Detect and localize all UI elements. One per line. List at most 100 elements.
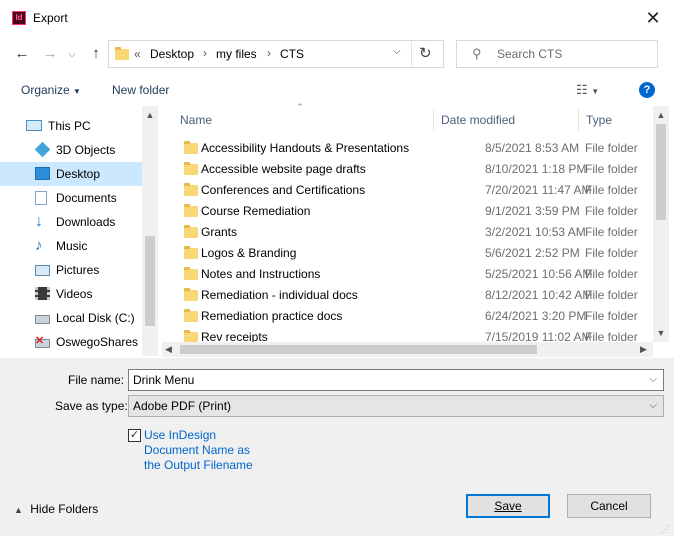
- file-row[interactable]: Accessibility Handouts & Presentations 8/…: [162, 138, 650, 159]
- file-date: 9/1/2021 3:59 PM: [485, 204, 580, 218]
- file-row[interactable]: Course Remediation 9/1/2021 3:59 PM File f…: [162, 201, 650, 222]
- refresh-icon: ↻: [419, 45, 432, 62]
- toolbar: Organize ▼ New folder ☷ ▼ ?: [0, 76, 674, 106]
- close-button[interactable]: ✕: [638, 4, 668, 32]
- breadcrumb-cts[interactable]: CTS: [280, 47, 304, 61]
- view-options-button[interactable]: ☷ ▼: [576, 82, 599, 98]
- use-document-name-label[interactable]: Use InDesign Document Name as the Output…: [144, 428, 253, 473]
- folder-icon: [184, 141, 198, 154]
- scroll-down-arrow-icon[interactable]: ▼: [653, 328, 669, 338]
- breadcrumb-my-files[interactable]: my files: [216, 47, 257, 61]
- file-row[interactable]: Accessible website page drafts 8/10/2021 …: [162, 159, 650, 180]
- scroll-up-arrow-icon[interactable]: ▲: [653, 110, 669, 120]
- navigation-pane: This PC 3D Objects Desktop Documents ↓ D…: [0, 106, 158, 373]
- nav-scroll-thumb[interactable]: [145, 236, 155, 326]
- organize-button[interactable]: Organize ▼: [21, 83, 81, 97]
- file-type: File folder: [585, 183, 638, 197]
- file-type: File folder: [585, 246, 638, 260]
- use-document-name-checkbox[interactable]: ✓: [128, 429, 141, 442]
- nav-label: Downloads: [56, 215, 116, 229]
- column-divider[interactable]: [578, 109, 579, 131]
- file-row[interactable]: Remediation - individual docs 8/12/2021 1…: [162, 285, 650, 306]
- 3d-objects-icon: [34, 141, 51, 158]
- file-row[interactable]: Notes and Instructions 5/25/2021 10:56 AM…: [162, 264, 650, 285]
- address-dropdown-button[interactable]: ⌵: [393, 46, 401, 57]
- nav-3d-objects[interactable]: 3D Objects: [0, 138, 142, 162]
- checkbox-label-line: the Output Filename: [144, 458, 253, 472]
- file-list-scroll-thumb[interactable]: [656, 124, 666, 220]
- chevron-down-icon: ⌵: [393, 46, 401, 57]
- file-row[interactable]: Grants 3/2/2021 10:53 AM File folder: [162, 222, 650, 243]
- forward-arrow-icon: →: [42, 45, 58, 62]
- back-arrow-icon: ←: [14, 45, 30, 62]
- nav-desktop[interactable]: Desktop: [0, 162, 142, 186]
- file-date: 5/6/2021 2:52 PM: [485, 246, 580, 260]
- nav-this-pc[interactable]: This PC: [0, 114, 142, 138]
- cancel-button[interactable]: Cancel: [567, 494, 651, 518]
- save-options-panel: File name: Drink Menu ⌵ Save as type: Ad…: [0, 358, 674, 536]
- breadcrumb-separator: ›: [267, 46, 271, 60]
- refresh-button[interactable]: ↻: [419, 44, 432, 62]
- up-button[interactable]: ↑: [86, 44, 106, 64]
- scroll-up-arrow-icon[interactable]: ▲: [142, 110, 158, 120]
- file-date: 8/5/2021 8:53 AM: [485, 141, 580, 155]
- column-header-type[interactable]: Type: [586, 109, 612, 131]
- save-as-type-select[interactable]: Adobe PDF (Print) ⌵: [128, 395, 664, 417]
- save-as-type-label: Save as type:: [55, 399, 128, 413]
- search-box[interactable]: ⚲ Search CTS: [456, 40, 658, 68]
- file-date: 7/15/2019 11:02 AM: [485, 330, 592, 343]
- dropdown-arrow-icon: ▼: [73, 87, 81, 96]
- recent-locations-button[interactable]: ⌵: [62, 44, 82, 64]
- search-input[interactable]: Search CTS: [497, 47, 562, 61]
- new-folder-button[interactable]: New folder: [112, 83, 169, 97]
- sort-caret-icon: ⌃: [296, 102, 304, 112]
- column-header-name[interactable]: Name: [180, 109, 212, 131]
- chevron-down-icon[interactable]: ⌵: [649, 370, 657, 390]
- folder-icon: [184, 183, 198, 196]
- file-row[interactable]: Conferences and Certifications 7/20/2021 …: [162, 180, 650, 201]
- resize-grip-icon[interactable]: ⋰: [661, 524, 671, 534]
- save-button[interactable]: Save: [466, 494, 550, 518]
- disconnected-x-icon: ✕: [35, 335, 45, 347]
- help-button[interactable]: ?: [639, 82, 655, 98]
- nav-downloads[interactable]: ↓ Downloads: [0, 210, 142, 234]
- file-row[interactable]: Remediation practice docs 6/24/2021 3:20 …: [162, 306, 650, 327]
- hide-folders-label: Hide Folders: [30, 502, 99, 516]
- file-list-vscrollbar[interactable]: ▲ ▼: [653, 106, 669, 342]
- file-type: File folder: [585, 162, 638, 176]
- address-overflow[interactable]: «: [134, 47, 141, 61]
- indesign-app-icon: Id: [12, 11, 26, 25]
- file-type: File folder: [585, 267, 638, 281]
- nav-documents[interactable]: Documents: [0, 186, 142, 210]
- save-as-type-value: Adobe PDF (Print): [133, 399, 232, 413]
- breadcrumb-desktop[interactable]: Desktop: [150, 47, 194, 61]
- forward-button[interactable]: →: [40, 44, 60, 64]
- back-button[interactable]: ←: [12, 44, 32, 64]
- nav-label: Documents: [56, 191, 117, 205]
- address-bar[interactable]: « Desktop › my files › CTS ⌵ ↻: [108, 40, 444, 68]
- folder-icon: [184, 288, 198, 301]
- file-type: File folder: [585, 204, 638, 218]
- file-name-input[interactable]: Drink Menu ⌵: [128, 369, 664, 391]
- nav-local-disk[interactable]: Local Disk (C:): [0, 306, 142, 330]
- nav-scrollbar[interactable]: ▲: [142, 106, 158, 356]
- file-type: File folder: [585, 330, 638, 343]
- hide-folders-button[interactable]: ▲ Hide Folders: [14, 502, 98, 516]
- file-row[interactable]: Rev receipts 7/15/2019 11:02 AM File folde…: [162, 327, 650, 343]
- file-list-hscrollbar[interactable]: ◀ ▶: [162, 342, 653, 357]
- nav-oswegoshares[interactable]: ✕ OswegoShares (: [0, 330, 142, 373]
- nav-pictures[interactable]: Pictures: [0, 258, 142, 282]
- column-header-date[interactable]: Date modified: [441, 109, 515, 131]
- file-date: 5/25/2021 10:56 AM: [485, 267, 593, 281]
- scroll-right-arrow-icon[interactable]: ▶: [640, 344, 647, 355]
- chevron-down-icon: ⌵: [68, 49, 76, 59]
- file-name: Remediation - individual docs: [201, 288, 358, 302]
- nav-music[interactable]: ♪ Music: [0, 234, 142, 258]
- file-name: Accessible website page drafts: [201, 162, 366, 176]
- file-row[interactable]: Logos & Branding 5/6/2021 2:52 PM File fol…: [162, 243, 650, 264]
- nav-videos[interactable]: Videos: [0, 282, 142, 306]
- column-divider[interactable]: [433, 109, 434, 131]
- h-scroll-thumb[interactable]: [180, 345, 537, 354]
- scroll-left-arrow-icon[interactable]: ◀: [165, 344, 172, 355]
- nav-label: 3D Objects: [56, 143, 116, 157]
